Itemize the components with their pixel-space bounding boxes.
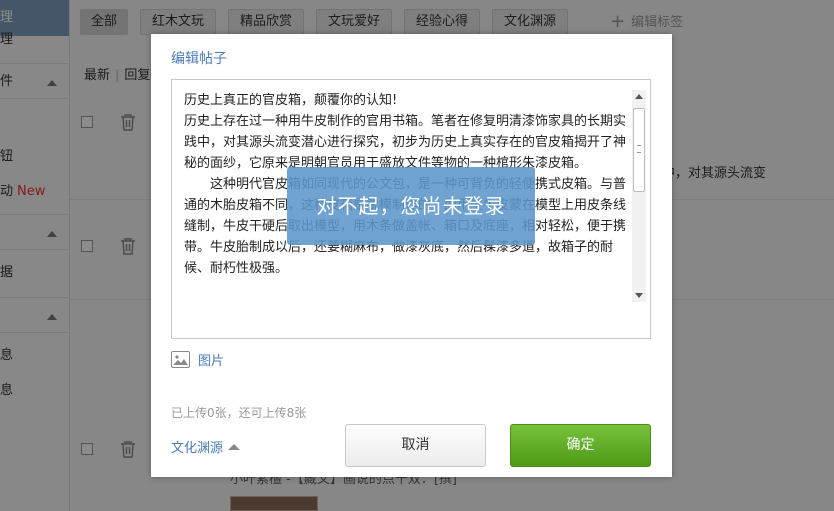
chevron-up-icon xyxy=(228,444,241,450)
editor-scrollbar[interactable] xyxy=(632,90,646,302)
dialog-title: 编辑帖子 xyxy=(171,51,227,67)
category-label: 文化渊源 xyxy=(171,441,224,456)
content-paragraph: 历史上存在过一种用牛皮制作的官用书箱。笔者在修复明清漆饰家具的长期实践中，对其源… xyxy=(184,114,627,171)
login-required-toast: 对不起，您尚未登录 xyxy=(287,167,535,245)
content-paragraph: 历史上真正的官皮箱，颠覆你的认知! xyxy=(184,93,398,108)
upload-count-info: 已上传0张，还可上传8张 xyxy=(171,406,307,420)
add-image-label: 图片 xyxy=(198,354,225,369)
scroll-thumb[interactable] xyxy=(633,108,645,192)
confirm-button[interactable]: 确定 xyxy=(510,424,651,467)
scroll-down-icon[interactable] xyxy=(635,293,643,298)
scroll-up-icon[interactable] xyxy=(635,94,643,99)
category-selector[interactable]: 文化渊源 xyxy=(171,437,241,456)
cancel-button[interactable]: 取消 xyxy=(345,424,486,467)
add-image-button[interactable]: 图片 xyxy=(171,351,224,371)
edit-post-dialog: 编辑帖子 历史上真正的官皮箱，颠覆你的认知! 历史上存在过一种用牛皮制作的官用书… xyxy=(151,34,672,477)
image-icon xyxy=(171,351,190,368)
